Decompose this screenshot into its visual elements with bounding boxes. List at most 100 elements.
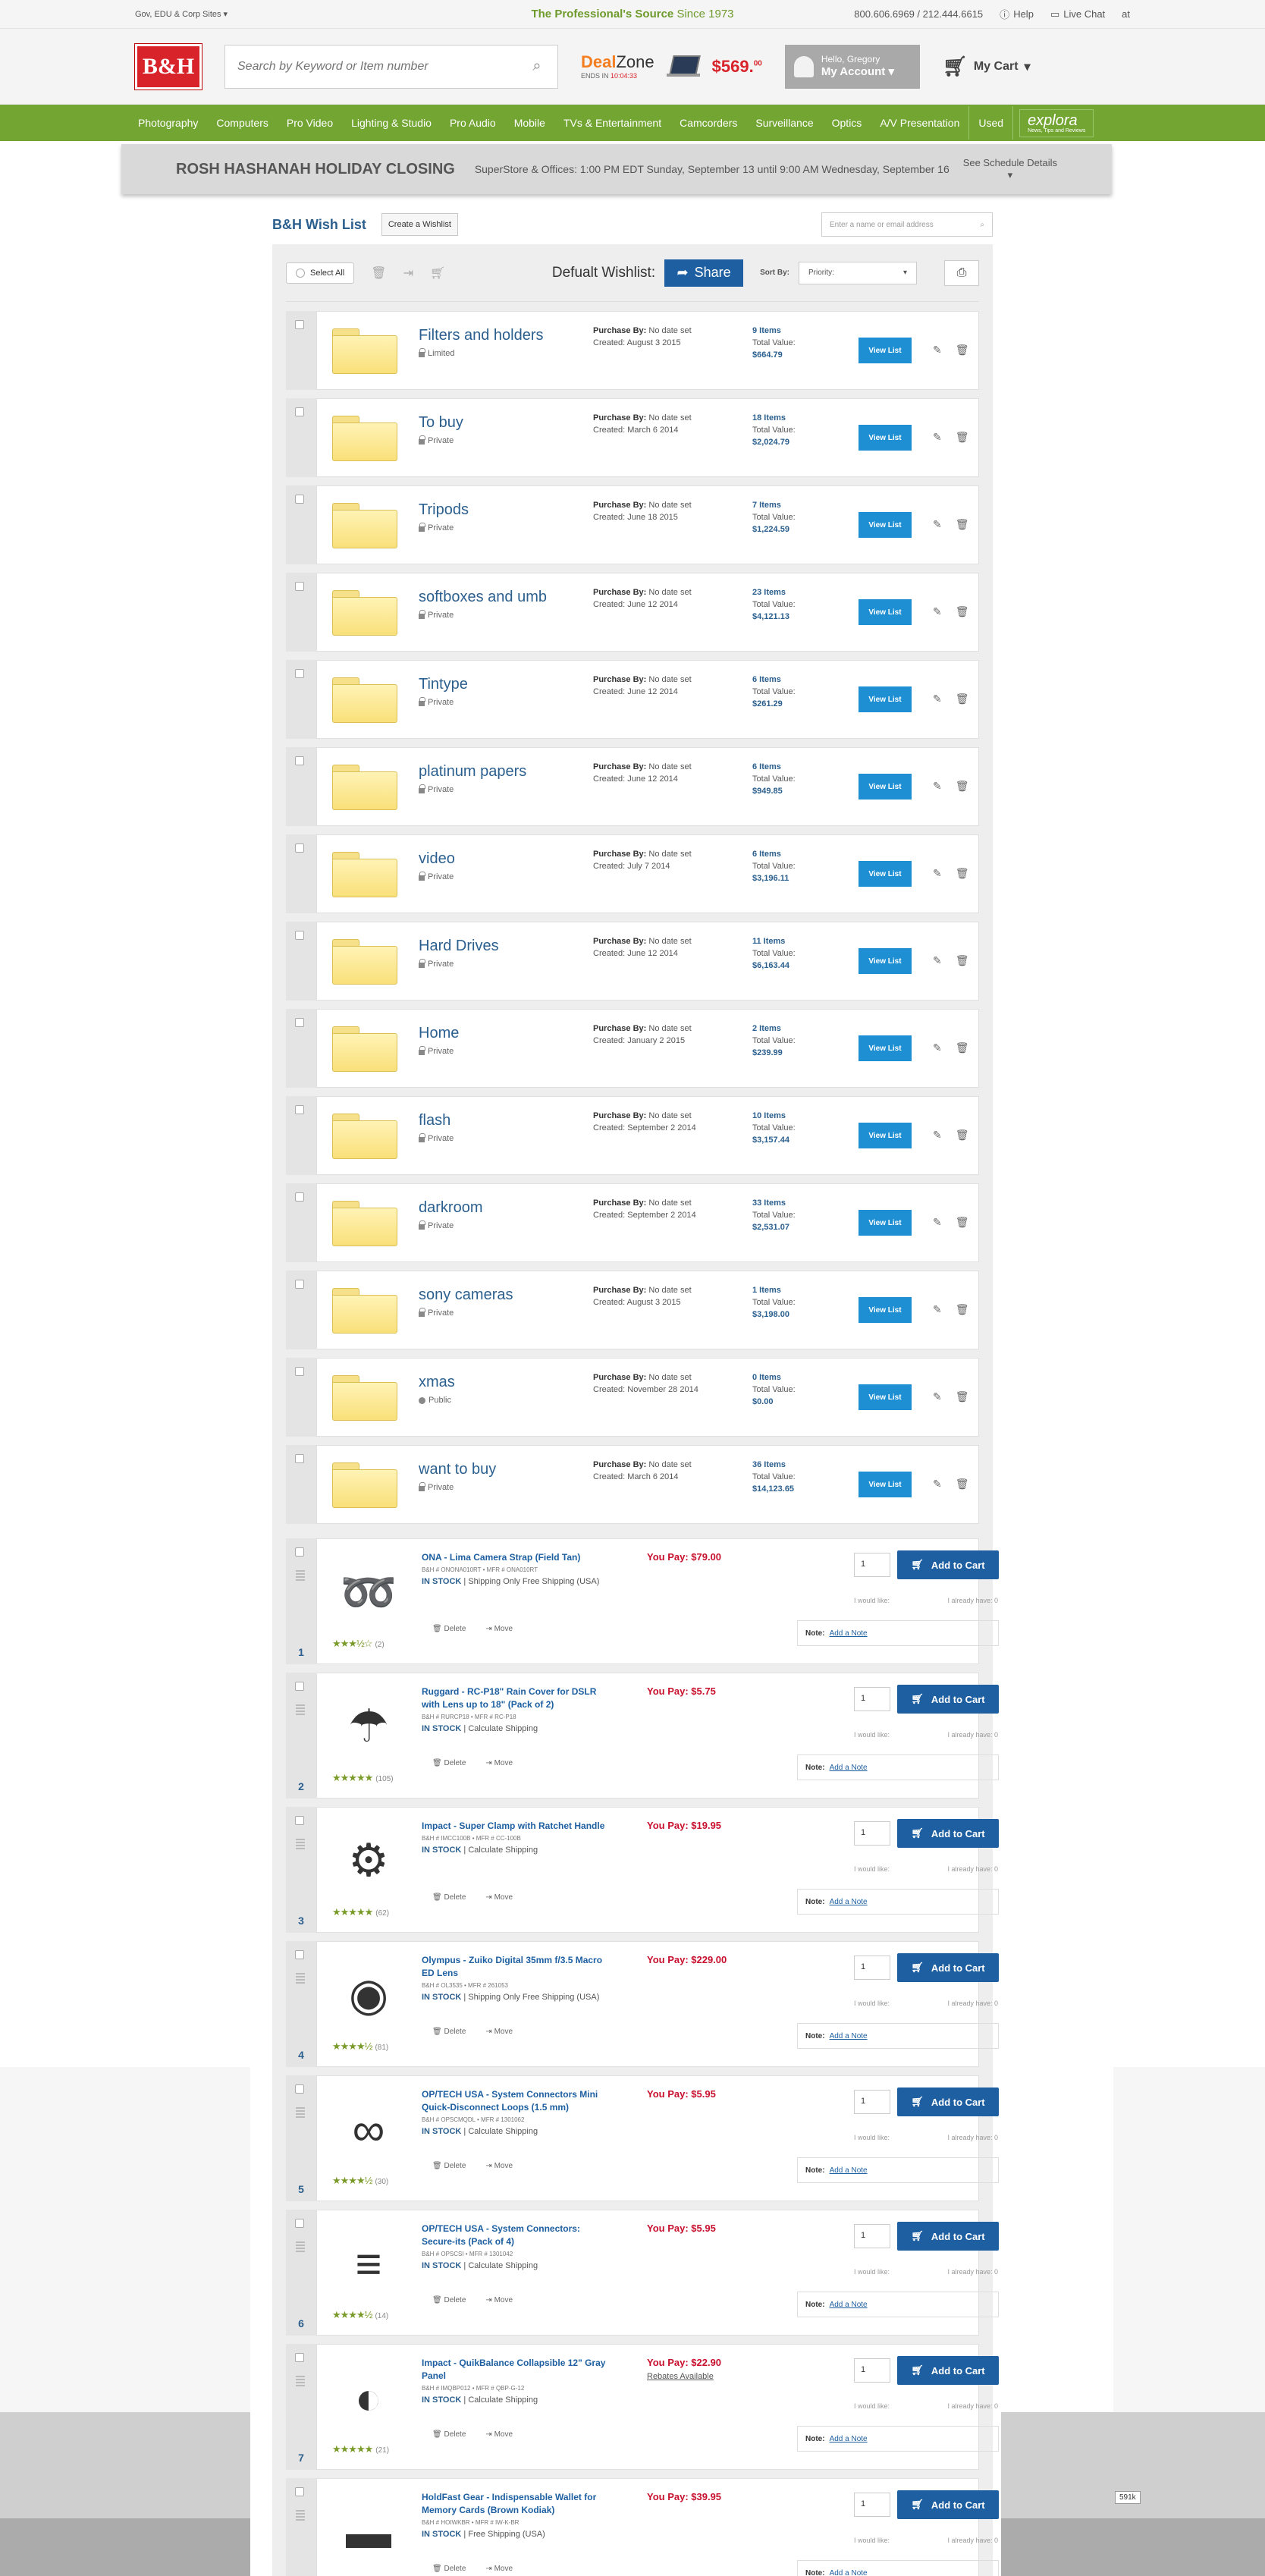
delete-item-button[interactable]: 🗑︎ Delete — [432, 2296, 466, 2304]
add-note-link[interactable]: Add a Note — [830, 2032, 868, 2040]
wishlist-search-input[interactable]: Enter a name or email address ⌕ — [821, 212, 993, 237]
nav-computers[interactable]: Computers — [207, 117, 277, 129]
note-field[interactable]: Note: Add a Note — [797, 1889, 999, 1915]
list-name[interactable]: Filters and holders — [419, 327, 585, 344]
edit-pencil-icon[interactable]: ✎ — [933, 1478, 942, 1491]
my-cart-button[interactable]: 🛒︎ My Cart ▾ — [943, 55, 1031, 78]
row-checkbox[interactable] — [295, 931, 304, 940]
list-name[interactable]: platinum papers — [419, 763, 585, 781]
view-list-button[interactable]: View List — [859, 1210, 912, 1236]
edit-pencil-icon[interactable]: ✎ — [933, 780, 942, 793]
connectors-icon[interactable]: ≡ — [332, 2227, 405, 2300]
row-checkbox[interactable] — [295, 1192, 304, 1202]
view-list-button[interactable]: View List — [859, 1384, 912, 1410]
trash-icon[interactable]: 🗑︎ — [956, 1129, 969, 1142]
move-item-button[interactable]: ⇥ Move — [485, 1893, 513, 1902]
row-checkbox[interactable] — [295, 1454, 304, 1463]
row-checkbox[interactable] — [295, 1018, 304, 1027]
trash-icon[interactable]: 🗑︎ — [371, 265, 386, 281]
nav-camcorders[interactable]: Camcorders — [670, 117, 746, 129]
add-note-link[interactable]: Add a Note — [830, 2435, 868, 2443]
move-item-button[interactable]: ⇥ Move — [485, 2565, 513, 2573]
note-field[interactable]: Note: Add a Note — [797, 1620, 999, 1646]
view-list-button[interactable]: View List — [859, 686, 912, 712]
row-checkbox[interactable] — [295, 320, 304, 329]
nav-optics[interactable]: Optics — [823, 117, 871, 129]
add-to-cart-button[interactable]: 🛒︎ Add to Cart — [897, 1685, 999, 1714]
list-name[interactable]: softboxes and umb — [419, 589, 585, 606]
delete-item-button[interactable]: 🗑︎ Delete — [432, 2565, 466, 2573]
list-name[interactable]: To buy — [419, 414, 585, 432]
nav-lighting-studio[interactable]: Lighting & Studio — [342, 117, 441, 129]
delete-item-button[interactable]: 🗑︎ Delete — [432, 2430, 466, 2439]
drag-handle-icon[interactable] — [296, 2510, 305, 2521]
item-checkbox[interactable] — [295, 2487, 304, 2496]
list-name[interactable]: xmas — [419, 1374, 585, 1391]
product-title[interactable]: ONA - Lima Camera Strap (Field Tan) — [422, 1551, 611, 1564]
quantity-input[interactable]: 1 — [854, 2358, 890, 2383]
view-list-button[interactable]: View List — [859, 1035, 912, 1061]
edit-pencil-icon[interactable]: ✎ — [933, 954, 942, 967]
wallet-icon[interactable]: ▬ — [332, 2496, 405, 2568]
drag-handle-icon[interactable] — [296, 1570, 305, 1581]
trash-icon[interactable]: 🗑︎ — [956, 518, 969, 531]
view-list-button[interactable]: View List — [859, 425, 912, 451]
print-button[interactable]: ⎙ — [944, 259, 979, 286]
add-note-link[interactable]: Add a Note — [830, 2301, 868, 2309]
trash-icon[interactable]: 🗑︎ — [956, 1303, 969, 1316]
trash-icon[interactable]: 🗑︎ — [956, 431, 969, 444]
trash-icon[interactable]: 🗑︎ — [956, 693, 969, 705]
row-checkbox[interactable] — [295, 1280, 304, 1289]
list-name[interactable]: Hard Drives — [419, 938, 585, 955]
item-checkbox[interactable] — [295, 1547, 304, 1557]
schedule-details-link[interactable]: See Schedule Details ▾ — [963, 157, 1057, 181]
item-checkbox[interactable] — [295, 2084, 304, 2094]
view-list-button[interactable]: View List — [859, 774, 912, 800]
edit-pencil-icon[interactable]: ✎ — [933, 431, 942, 444]
view-list-button[interactable]: View List — [859, 599, 912, 625]
item-checkbox[interactable] — [295, 1816, 304, 1825]
loops-icon[interactable]: ∞ — [332, 2093, 405, 2166]
quantity-input[interactable]: 1 — [854, 2090, 890, 2114]
drag-handle-icon[interactable] — [296, 2241, 305, 2252]
move-item-button[interactable]: ⇥ Move — [485, 2162, 513, 2170]
strap-icon[interactable]: ➿ — [332, 1556, 405, 1629]
list-name[interactable]: darkroom — [419, 1199, 585, 1217]
clamp-icon[interactable]: ⚙ — [332, 1824, 405, 1897]
nav-mobile[interactable]: Mobile — [505, 117, 554, 129]
search-box[interactable]: ⌕ — [224, 44, 558, 89]
move-icon[interactable]: ⇥ — [403, 265, 413, 281]
row-checkbox[interactable] — [295, 669, 304, 678]
note-field[interactable]: Note: Add a Note — [797, 2023, 999, 2049]
move-item-button[interactable]: ⇥ Move — [485, 1759, 513, 1767]
quantity-input[interactable]: 1 — [854, 2224, 890, 2248]
note-field[interactable]: Note: Add a Note — [797, 2560, 999, 2576]
list-name[interactable]: want to buy — [419, 1461, 585, 1478]
move-item-button[interactable]: ⇥ Move — [485, 2028, 513, 2036]
view-list-button[interactable]: View List — [859, 512, 912, 538]
add-to-cart-button[interactable]: 🛒︎ Add to Cart — [897, 1953, 999, 1982]
list-name[interactable]: sony cameras — [419, 1286, 585, 1304]
item-checkbox[interactable] — [295, 1682, 304, 1691]
quantity-input[interactable]: 1 — [854, 1553, 890, 1577]
cart-icon[interactable]: 🛒︎ — [430, 265, 445, 281]
product-title[interactable]: OP/TECH USA - System Connectors Mini Qui… — [422, 2088, 611, 2114]
row-checkbox[interactable] — [295, 407, 304, 416]
edit-pencil-icon[interactable]: ✎ — [933, 344, 942, 357]
edit-pencil-icon[interactable]: ✎ — [933, 1129, 942, 1142]
add-to-cart-button[interactable]: 🛒︎ Add to Cart — [897, 1550, 999, 1579]
item-checkbox[interactable] — [295, 2353, 304, 2362]
edit-pencil-icon[interactable]: ✎ — [933, 1390, 942, 1403]
view-list-button[interactable]: View List — [859, 1123, 912, 1148]
list-name[interactable]: flash — [419, 1112, 585, 1129]
add-note-link[interactable]: Add a Note — [830, 2166, 868, 2175]
drag-handle-icon[interactable] — [296, 1839, 305, 1849]
add-note-link[interactable]: Add a Note — [830, 1764, 868, 1772]
add-to-cart-button[interactable]: 🛒︎ Add to Cart — [897, 2222, 999, 2251]
my-account-button[interactable]: Hello, Gregory My Account ▾ — [784, 44, 920, 89]
edit-pencil-icon[interactable]: ✎ — [933, 1216, 942, 1229]
trash-icon[interactable]: 🗑︎ — [956, 954, 969, 967]
view-list-button[interactable]: View List — [859, 948, 912, 974]
rebates-link[interactable]: Rebates Available — [647, 2372, 714, 2381]
product-title[interactable]: Olympus - Zuiko Digital 35mm f/3.5 Macro… — [422, 1954, 611, 1980]
